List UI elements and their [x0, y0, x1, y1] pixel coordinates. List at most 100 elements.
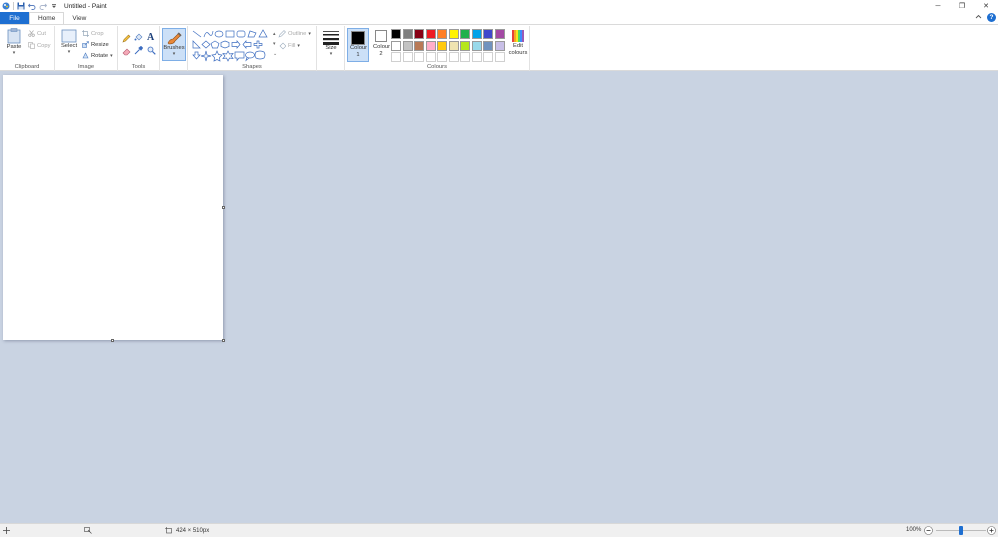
- colour1-label: Colour 1: [350, 45, 368, 58]
- edit-colours-button[interactable]: Edit colours: [507, 29, 529, 56]
- custom-colour-slot[interactable]: [483, 52, 493, 62]
- tab-file[interactable]: File: [0, 12, 29, 24]
- edit-colours-label: Edit colours: [508, 43, 528, 56]
- select-button[interactable]: Select ▾: [59, 29, 79, 55]
- pencil-icon[interactable]: [122, 34, 131, 45]
- custom-colour-slot[interactable]: [414, 52, 424, 62]
- zoom-out-icon[interactable]: [924, 526, 933, 535]
- text-tool-icon[interactable]: A: [147, 32, 154, 43]
- size-button[interactable]: Size ▾: [320, 30, 342, 57]
- canvas-resize-handle-corner[interactable]: [222, 339, 225, 342]
- custom-colour-slot[interactable]: [448, 52, 459, 62]
- undo-icon[interactable]: [28, 2, 36, 10]
- colours-group-label: Colours: [427, 64, 447, 70]
- title-bar: Untitled - Paint ─ ❐ ✕: [0, 0, 998, 12]
- customize-toolbar-icon[interactable]: [50, 2, 58, 10]
- eraser-icon[interactable]: [122, 47, 131, 58]
- minimize-button[interactable]: ─: [926, 0, 950, 12]
- redo-icon[interactable]: [39, 2, 47, 10]
- colours-group: Colour 1 Colour 2 Edit colours Colours: [345, 26, 530, 71]
- resize-button[interactable]: Resize: [82, 41, 109, 48]
- custom-colour-slot[interactable]: [402, 52, 413, 62]
- colour-palette: [391, 29, 506, 63]
- paint-app-icon[interactable]: [2, 2, 10, 10]
- palette-swatch[interactable]: [494, 40, 505, 51]
- canvas-resize-handle-bottom[interactable]: [111, 339, 114, 342]
- copy-label: Copy: [37, 42, 51, 49]
- cursor-position-icon: [3, 527, 10, 534]
- palette-swatch[interactable]: [414, 40, 424, 51]
- palette-swatch[interactable]: [414, 29, 424, 39]
- close-button[interactable]: ✕: [974, 0, 998, 12]
- crop-button[interactable]: Crop: [82, 30, 104, 37]
- copy-button[interactable]: Copy: [28, 42, 51, 49]
- custom-colour-slot[interactable]: [425, 52, 436, 62]
- fill-button[interactable]: Fill ▾: [278, 42, 300, 50]
- colour2-button[interactable]: Colour 2: [371, 30, 391, 57]
- maximize-button[interactable]: ❐: [950, 0, 974, 12]
- zoom-slider-thumb[interactable]: [959, 526, 963, 535]
- clipboard-group-label: Clipboard: [14, 64, 40, 70]
- tab-home[interactable]: Home: [29, 12, 65, 24]
- colour1-button[interactable]: Colour 1: [347, 28, 369, 62]
- selection-size-icon: [84, 527, 92, 534]
- custom-colour-slot[interactable]: [437, 52, 447, 62]
- palette-swatch[interactable]: [460, 29, 470, 39]
- colour-picker-icon[interactable]: [134, 45, 144, 57]
- shapes-scroll[interactable]: ▴ ▾ ⌄: [273, 29, 277, 59]
- palette-swatch[interactable]: [402, 40, 413, 51]
- palette-swatch[interactable]: [391, 40, 401, 51]
- canvas-workspace: [0, 71, 998, 523]
- palette-swatch[interactable]: [483, 29, 493, 39]
- help-icon[interactable]: ?: [987, 13, 996, 22]
- ribbon: Paste ▾ Cut Copy Clipboard Select ▾ Crop…: [0, 24, 998, 71]
- rotate-dropdown-icon: ▾: [110, 52, 113, 59]
- ribbon-tab-bar: File Home View ?: [0, 12, 998, 24]
- image-group-label: Image: [77, 64, 95, 70]
- outline-icon: [278, 30, 286, 38]
- palette-swatch[interactable]: [437, 29, 447, 39]
- collapse-ribbon-icon[interactable]: [975, 14, 982, 21]
- palette-swatch[interactable]: [448, 29, 459, 39]
- tab-view[interactable]: View: [64, 12, 94, 24]
- shapes-scroll-up-icon[interactable]: ▴: [273, 29, 277, 39]
- save-icon[interactable]: [17, 2, 25, 10]
- quick-access-toolbar: [0, 2, 58, 10]
- custom-colour-slot[interactable]: [494, 52, 505, 62]
- outline-button[interactable]: Outline ▾: [278, 30, 311, 38]
- palette-swatch[interactable]: [448, 40, 459, 51]
- palette-swatch[interactable]: [460, 40, 470, 51]
- size-group: Size ▾: [317, 26, 345, 71]
- canvas-size-status: 424 × 510px: [165, 527, 209, 534]
- scissors-icon: [28, 30, 35, 37]
- outline-dropdown-icon: ▾: [308, 31, 311, 37]
- custom-colour-slot[interactable]: [391, 52, 401, 62]
- custom-colour-slot[interactable]: [460, 52, 470, 62]
- custom-colour-slot[interactable]: [471, 52, 482, 62]
- palette-swatch[interactable]: [494, 29, 505, 39]
- palette-swatch[interactable]: [425, 40, 436, 51]
- palette-swatch[interactable]: [391, 29, 401, 39]
- shapes-more-icon[interactable]: ⌄: [273, 49, 277, 59]
- palette-swatch[interactable]: [437, 40, 447, 51]
- zoom-percent: 100%: [906, 527, 922, 533]
- shapes-group-label: Shapes: [242, 64, 262, 70]
- palette-swatch[interactable]: [402, 29, 413, 39]
- palette-swatch[interactable]: [471, 40, 482, 51]
- paste-button[interactable]: Paste ▾: [4, 28, 24, 56]
- palette-swatch[interactable]: [471, 29, 482, 39]
- shapes-scroll-down-icon[interactable]: ▾: [273, 39, 277, 49]
- line-width-icon: [323, 31, 339, 45]
- magnifier-icon[interactable]: [147, 46, 156, 57]
- zoom-in-icon[interactable]: [987, 526, 996, 535]
- image-group: Select ▾ Crop Resize Rotate ▾ Image: [55, 26, 118, 71]
- palette-swatch[interactable]: [483, 40, 493, 51]
- resize-icon: [82, 41, 89, 48]
- drawing-canvas[interactable]: [3, 75, 223, 340]
- canvas-resize-handle-right[interactable]: [222, 206, 225, 209]
- palette-swatch[interactable]: [425, 29, 436, 39]
- rotate-button[interactable]: Rotate ▾: [82, 52, 113, 59]
- fill-bucket-icon[interactable]: [134, 33, 143, 44]
- brushes-button[interactable]: Brushes ▾: [162, 28, 186, 61]
- cut-button[interactable]: Cut: [28, 30, 46, 37]
